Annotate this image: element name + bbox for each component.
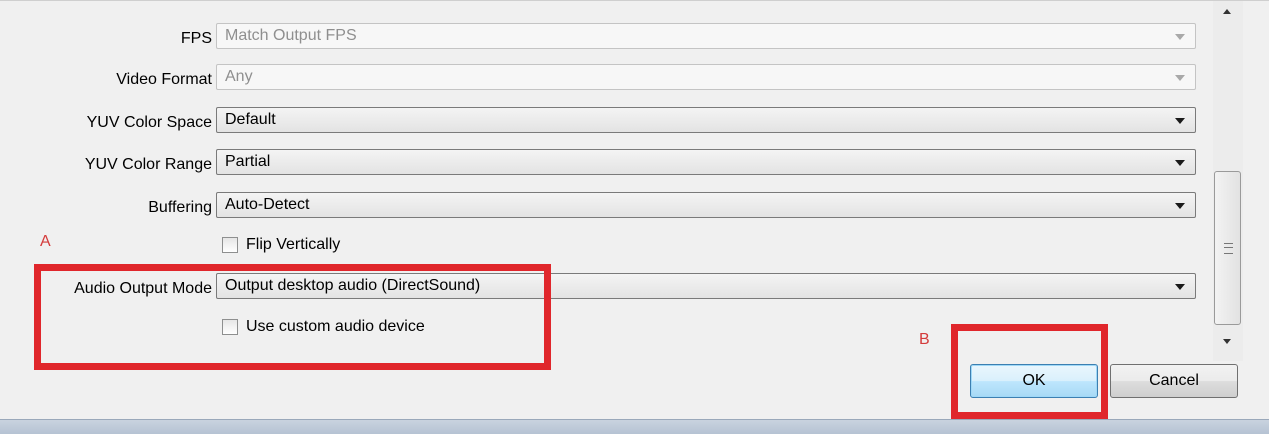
video-format-dropdown: Any — [216, 64, 1196, 90]
cancel-button[interactable]: Cancel — [1110, 364, 1238, 398]
scrollbar-thumb[interactable] — [1214, 171, 1241, 325]
scroll-up-arrow-icon[interactable] — [1223, 9, 1231, 14]
video-format-value: Any — [225, 68, 253, 85]
yuv-color-range-value: Partial — [225, 153, 271, 170]
annotation-a-label: A — [40, 233, 51, 250]
fps-value: Match Output FPS — [225, 27, 357, 44]
flip-vertically-checkbox[interactable] — [222, 237, 238, 253]
buffering-label: Buffering — [148, 199, 212, 216]
chevron-down-icon — [1175, 203, 1185, 209]
chevron-down-icon — [1175, 34, 1185, 40]
fps-label: FPS — [180, 30, 212, 47]
annotation-a-highlight-box — [34, 264, 551, 370]
annotation-b-label: B — [919, 331, 930, 348]
grip-icon — [1224, 243, 1233, 254]
buffering-dropdown[interactable]: Auto-Detect — [216, 192, 1196, 218]
chevron-down-icon — [1175, 284, 1185, 290]
flip-vertically-label: Flip Vertically — [246, 236, 341, 253]
yuv-color-range-dropdown[interactable]: Partial — [216, 149, 1196, 175]
window-bottom-border — [0, 419, 1269, 434]
video-format-label: Video Format — [116, 71, 212, 88]
yuv-color-space-label: YUV Color Space — [86, 114, 212, 131]
buffering-value: Auto-Detect — [225, 196, 310, 213]
chevron-down-icon — [1175, 160, 1185, 166]
vertical-scrollbar[interactable] — [1213, 1, 1243, 361]
yuv-color-space-dropdown[interactable]: Default — [216, 107, 1196, 133]
chevron-down-icon — [1175, 118, 1185, 124]
annotation-b-highlight-box — [951, 324, 1108, 419]
fps-dropdown: Match Output FPS — [216, 23, 1196, 49]
properties-panel: FPS Match Output FPS Video Format Any YU… — [0, 0, 1269, 434]
yuv-color-range-label: YUV Color Range — [84, 156, 212, 173]
scroll-down-arrow-icon[interactable] — [1223, 339, 1231, 344]
yuv-color-space-value: Default — [225, 111, 276, 128]
chevron-down-icon — [1175, 75, 1185, 81]
